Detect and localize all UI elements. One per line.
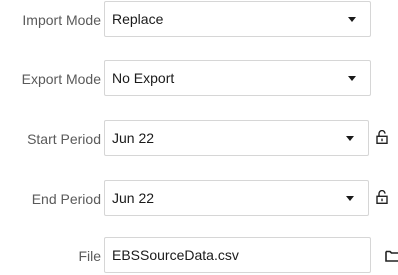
chevron-down-icon[interactable]	[348, 17, 356, 22]
export-mode-label: Export Mode	[21, 71, 101, 87]
start-period-select[interactable]: Jun 22	[104, 120, 369, 156]
start-period-label: Start Period	[27, 131, 101, 147]
import-mode-select[interactable]: Replace	[104, 1, 371, 37]
import-mode-label: Import Mode	[22, 12, 101, 28]
export-mode-value: No Export	[112, 70, 175, 86]
folder-icon[interactable]	[385, 250, 398, 262]
start-period-row: Start Period Jun 22	[0, 120, 398, 158]
chevron-down-icon[interactable]	[346, 136, 354, 141]
file-input[interactable]: EBSSourceData.csv	[104, 237, 371, 273]
file-label: File	[78, 248, 101, 264]
import-mode-row: Import Mode Replace	[0, 1, 398, 39]
import-mode-value: Replace	[112, 11, 164, 27]
unlock-icon[interactable]	[376, 190, 388, 204]
start-period-value: Jun 22	[112, 130, 155, 146]
export-mode-row: Export Mode No Export	[0, 60, 398, 98]
chevron-down-icon[interactable]	[348, 76, 356, 81]
chevron-down-icon[interactable]	[346, 196, 354, 201]
file-value: EBSSourceData.csv	[112, 247, 239, 263]
end-period-row: End Period Jun 22	[0, 180, 398, 218]
file-row: File EBSSourceData.csv	[0, 237, 398, 275]
export-mode-select[interactable]: No Export	[104, 60, 371, 96]
end-period-value: Jun 22	[112, 190, 155, 206]
unlock-icon[interactable]	[376, 130, 388, 144]
end-period-select[interactable]: Jun 22	[104, 180, 369, 216]
end-period-label: End Period	[31, 191, 101, 207]
